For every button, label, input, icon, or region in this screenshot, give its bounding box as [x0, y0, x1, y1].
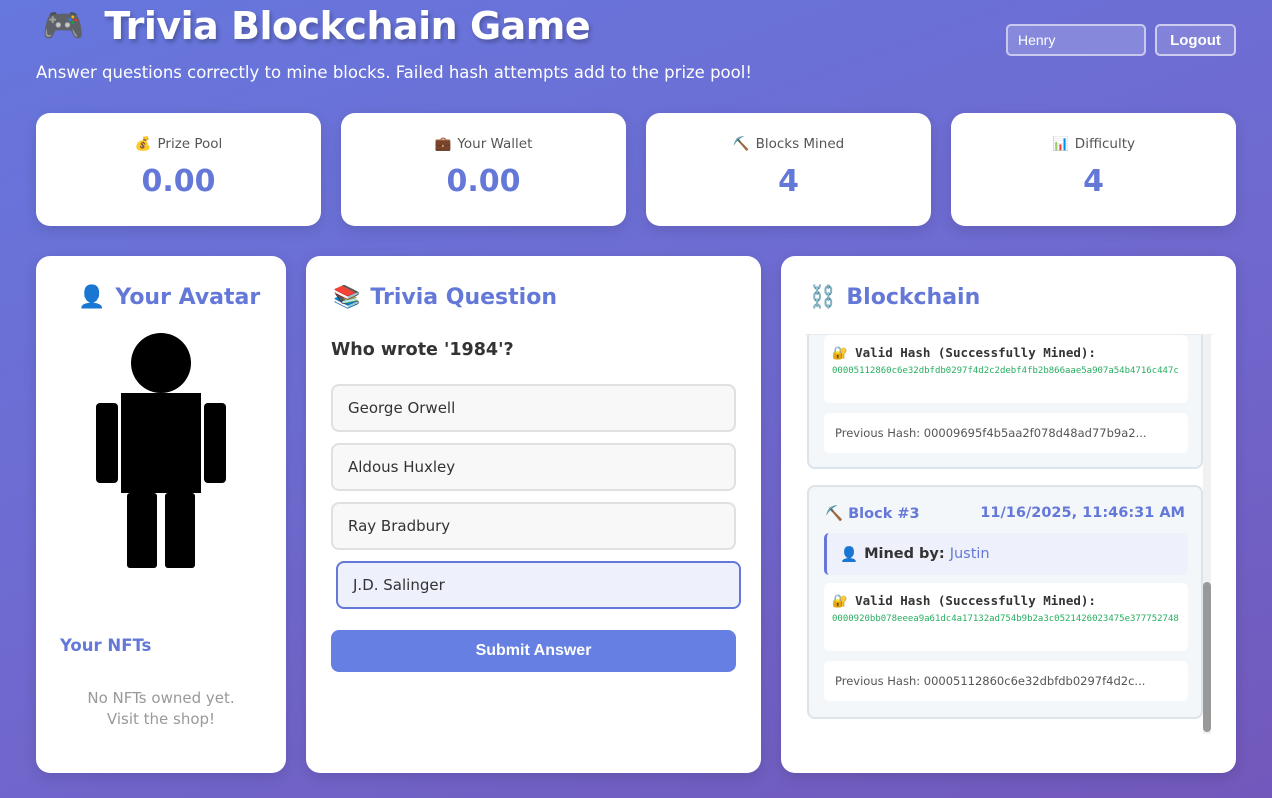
page-subtitle: Answer questions correctly to mine block… [36, 63, 752, 82]
block-card: ⛏️ Block #3 11/16/2025, 11:46:31 AM 👤 Mi… [807, 485, 1203, 719]
block-hash: 00005112860c6e32dbfdb0297f4d2c2debf4fb2b… [832, 366, 1179, 376]
nfts-empty-message: No NFTs owned yet. Visit the shop! [87, 689, 235, 728]
block-hash: 0000920bb078eeea9a61dc4a17132ad754b9b2a3… [832, 614, 1179, 624]
username-input[interactable] [1006, 24, 1146, 56]
hash-box: 🔐 Valid Hash (Successfully Mined): 00009… [824, 583, 1188, 651]
blockchain-panel: ⛓️ Blockchain 🔐 Valid Hash (Successfully… [781, 256, 1236, 773]
money-bag-icon: 💰 [134, 136, 152, 152]
books-icon: 📚 [333, 285, 361, 310]
stat-label: Blocks Mined [755, 136, 845, 152]
trivia-question: Who wrote '1984'? [331, 340, 514, 360]
pickaxe-icon: ⛏️ [732, 136, 750, 152]
lock-icon: 🔐 [832, 593, 848, 608]
block-number: ⛏️ Block #3 [825, 506, 920, 522]
stat-label: Your Wallet [457, 136, 533, 152]
avatar-panel: 👤 Your Avatar Your NFTs No NFTs owned ye… [36, 256, 286, 773]
gamepad-icon: 🎮 [42, 6, 85, 46]
stat-label: Prize Pool [157, 136, 223, 152]
answer-option[interactable]: Aldous Huxley [331, 443, 736, 491]
previous-hash: Previous Hash: 00009695f4b5aa2f078d48ad7… [824, 413, 1188, 453]
avatar-figure[interactable] [96, 332, 226, 572]
blockchain-list[interactable]: 🔐 Valid Hash (Successfully Mined): 00005… [805, 334, 1213, 734]
miner-name: Justin [949, 546, 990, 562]
chain-link-icon: ⛓️ [809, 285, 837, 310]
previous-hash: Previous Hash: 00005112860c6e32dbfdb0297… [824, 661, 1188, 701]
nfts-title: Your NFTs [60, 636, 152, 655]
answer-option[interactable]: George Orwell [331, 384, 736, 432]
block-card: 🔐 Valid Hash (Successfully Mined): 00005… [807, 335, 1203, 469]
stat-value: 0.00 [446, 164, 521, 199]
trivia-panel: 📚 Trivia Question Who wrote '1984'? Geor… [306, 256, 761, 773]
stat-card-wallet: 💼 Your Wallet 0.00 [341, 113, 626, 226]
title-row: 🎮 Trivia Blockchain Game [42, 4, 591, 48]
bar-chart-icon: 📊 [1051, 136, 1069, 152]
trivia-panel-title: 📚 Trivia Question [333, 285, 557, 310]
page-title: Trivia Blockchain Game [104, 4, 591, 48]
answer-option-selected[interactable]: J.D. Salinger [336, 561, 741, 609]
user-box: Logout [1006, 24, 1236, 56]
logout-button[interactable]: Logout [1155, 24, 1236, 56]
stat-card-difficulty: 📊 Difficulty 4 [951, 113, 1236, 226]
hash-box: 🔐 Valid Hash (Successfully Mined): 00005… [824, 335, 1188, 403]
submit-answer-button[interactable]: Submit Answer [331, 630, 736, 672]
briefcase-icon: 💼 [434, 136, 452, 152]
user-silhouette-icon: 👤 [840, 546, 859, 563]
pickaxe-icon: ⛏️ [825, 506, 844, 522]
avatar-panel-title: 👤 Your Avatar [78, 285, 261, 310]
blockchain-panel-title: ⛓️ Blockchain [809, 285, 981, 310]
header: 🎮 Trivia Blockchain Game Answer question… [36, 0, 1236, 100]
mined-by: 👤 Mined by: Justin [824, 533, 1188, 575]
block-timestamp: 11/16/2025, 11:46:31 AM [980, 505, 1185, 521]
scrollbar-thumb[interactable] [1203, 582, 1211, 732]
stat-value: 4 [1083, 164, 1104, 199]
stat-label: Difficulty [1074, 136, 1136, 152]
user-silhouette-icon: 👤 [78, 285, 106, 310]
answer-option[interactable]: Ray Bradbury [331, 502, 736, 550]
stat-value: 0.00 [141, 164, 216, 199]
stat-card-prize-pool: 💰 Prize Pool 0.00 [36, 113, 321, 226]
stat-card-blocks-mined: ⛏️ Blocks Mined 4 [646, 113, 931, 226]
stat-value: 4 [778, 164, 799, 199]
lock-icon: 🔐 [832, 345, 848, 360]
